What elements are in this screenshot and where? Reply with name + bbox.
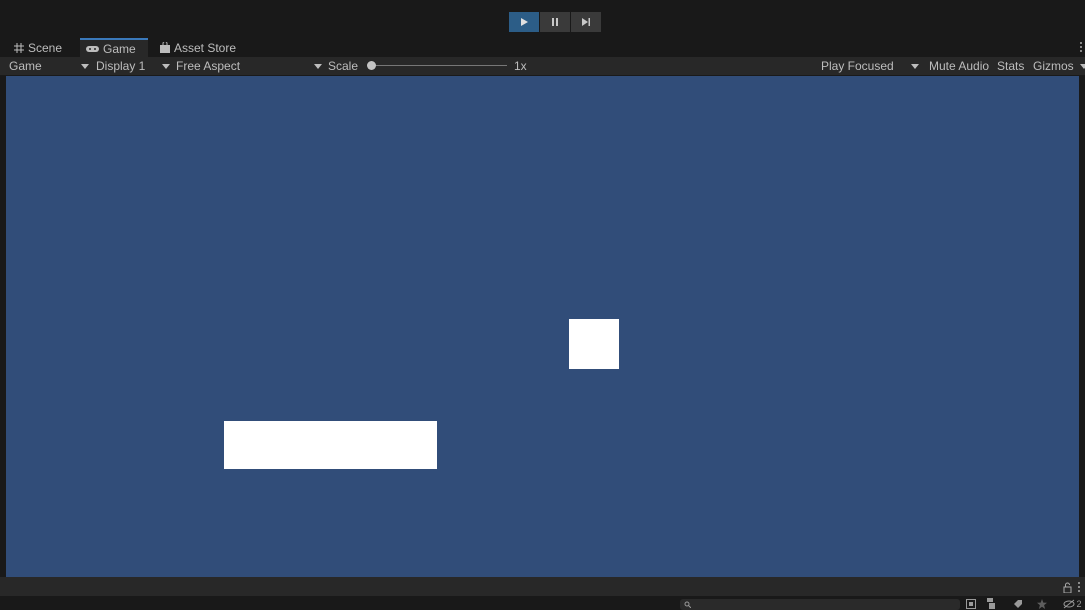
lock-icon[interactable]: [1062, 581, 1072, 593]
chevron-down-icon: [910, 63, 919, 69]
hierarchy-icon[interactable]: [986, 598, 996, 610]
aspect-label: Free Aspect: [176, 59, 241, 73]
shopping-bag-icon: [160, 42, 170, 53]
stats-toggle[interactable]: Stats: [997, 57, 1024, 75]
step-icon: [582, 18, 590, 26]
game-viewport[interactable]: [6, 76, 1079, 577]
scale-slider-handle[interactable]: [367, 61, 376, 70]
chevron-down-icon: [162, 63, 170, 69]
tab-game[interactable]: Game: [80, 38, 148, 57]
search-input[interactable]: [680, 599, 960, 610]
gizmos-label: Gizmos: [1033, 59, 1074, 73]
kebab-menu-icon[interactable]: [1079, 40, 1083, 54]
hidden-count: 2: [1076, 599, 1082, 609]
step-button[interactable]: [571, 12, 601, 32]
tag-icon[interactable]: [1013, 599, 1023, 609]
game-mode-label: Game: [9, 59, 42, 73]
scale-label: Scale: [328, 59, 359, 73]
scale-control[interactable]: Scale: [314, 57, 358, 75]
main-toolbar: [0, 0, 1085, 38]
scene-grid-icon: [14, 42, 24, 53]
chevron-down-icon: [81, 63, 89, 69]
play-icon: [521, 18, 528, 26]
tab-scene[interactable]: Scene: [8, 38, 68, 57]
scale-slider-track[interactable]: [371, 65, 507, 66]
stats-label: Stats: [997, 59, 1025, 73]
chevron-down-icon: [314, 63, 322, 69]
display-label: Display 1: [96, 59, 146, 73]
pause-icon: [552, 18, 558, 26]
tab-label: Game: [103, 41, 136, 56]
visibility-icon[interactable]: 2: [1060, 598, 1085, 610]
tab-label: Scene: [28, 40, 63, 55]
display-dropdown[interactable]: Display 1: [81, 57, 145, 75]
ball: [569, 319, 619, 369]
game-toolbar: Game Display 1 Free Aspect Scale 1x Play…: [0, 57, 1085, 76]
gizmos-toggle[interactable]: Gizmos: [1033, 57, 1085, 75]
aspect-dropdown[interactable]: Free Aspect: [162, 57, 240, 75]
scene-view-icon[interactable]: [966, 599, 976, 609]
chevron-down-icon[interactable]: [1079, 63, 1085, 69]
star-icon[interactable]: [1037, 599, 1047, 609]
search-icon: [684, 601, 691, 608]
game-mode-dropdown[interactable]: Game: [9, 57, 42, 75]
mute-audio-label: Mute Audio: [929, 59, 990, 73]
mute-audio-toggle[interactable]: Mute Audio: [929, 57, 989, 75]
kebab-menu-icon[interactable]: [1077, 581, 1081, 593]
play-button[interactable]: [509, 12, 539, 32]
tab-asset-store[interactable]: Asset Store: [154, 38, 242, 57]
play-controls: [509, 12, 602, 32]
pause-button[interactable]: [540, 12, 570, 32]
scale-value-text: 1x: [514, 59, 527, 73]
play-focused-dropdown[interactable]: Play Focused: [821, 57, 919, 75]
play-focused-label: Play Focused: [821, 59, 894, 73]
scale-value: 1x: [514, 57, 527, 75]
tab-label: Asset Store: [174, 40, 237, 55]
console-panel-header: [0, 577, 1085, 596]
game-controller-icon: [86, 45, 99, 53]
paddle: [224, 421, 437, 469]
tab-bar: Scene Game Asset Store: [0, 38, 1085, 57]
